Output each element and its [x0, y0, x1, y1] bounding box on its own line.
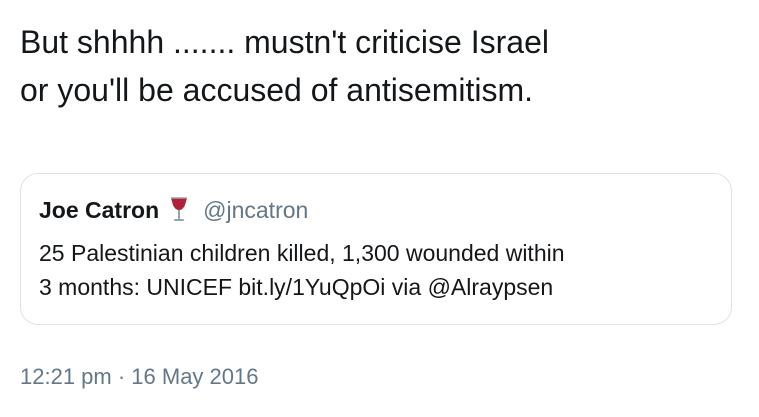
quoted-text-line-1: 25 Palestinian children killed, 1,300 wo…	[39, 240, 565, 266]
quoted-author-handle[interactable]: @jncatron	[203, 197, 308, 224]
quoted-tweet-header: Joe Catron @jncatron	[39, 194, 308, 226]
quoted-tweet-text: 25 Palestinian children killed, 1,300 wo…	[39, 236, 565, 304]
quoted-text-line-2: 3 months: UNICEF bit.ly/1YuQpOi via @Alr…	[39, 274, 554, 300]
quoted-tweet-card[interactable]: Joe Catron @jncatron 25 Palestinian chil…	[20, 173, 732, 325]
tweet-text: But shhhh ....... mustn't criticise Isra…	[20, 18, 740, 114]
wine-glass-icon	[169, 196, 189, 224]
tweet-timestamp[interactable]: 12:21 pm · 16 May 2016	[20, 364, 258, 390]
tweet-text-line-2: or you'll be accused of antisemitism.	[20, 72, 533, 108]
tweet-text-line-1: But shhhh ....... mustn't criticise Isra…	[20, 24, 549, 60]
quoted-author-name[interactable]: Joe Catron	[39, 197, 159, 224]
